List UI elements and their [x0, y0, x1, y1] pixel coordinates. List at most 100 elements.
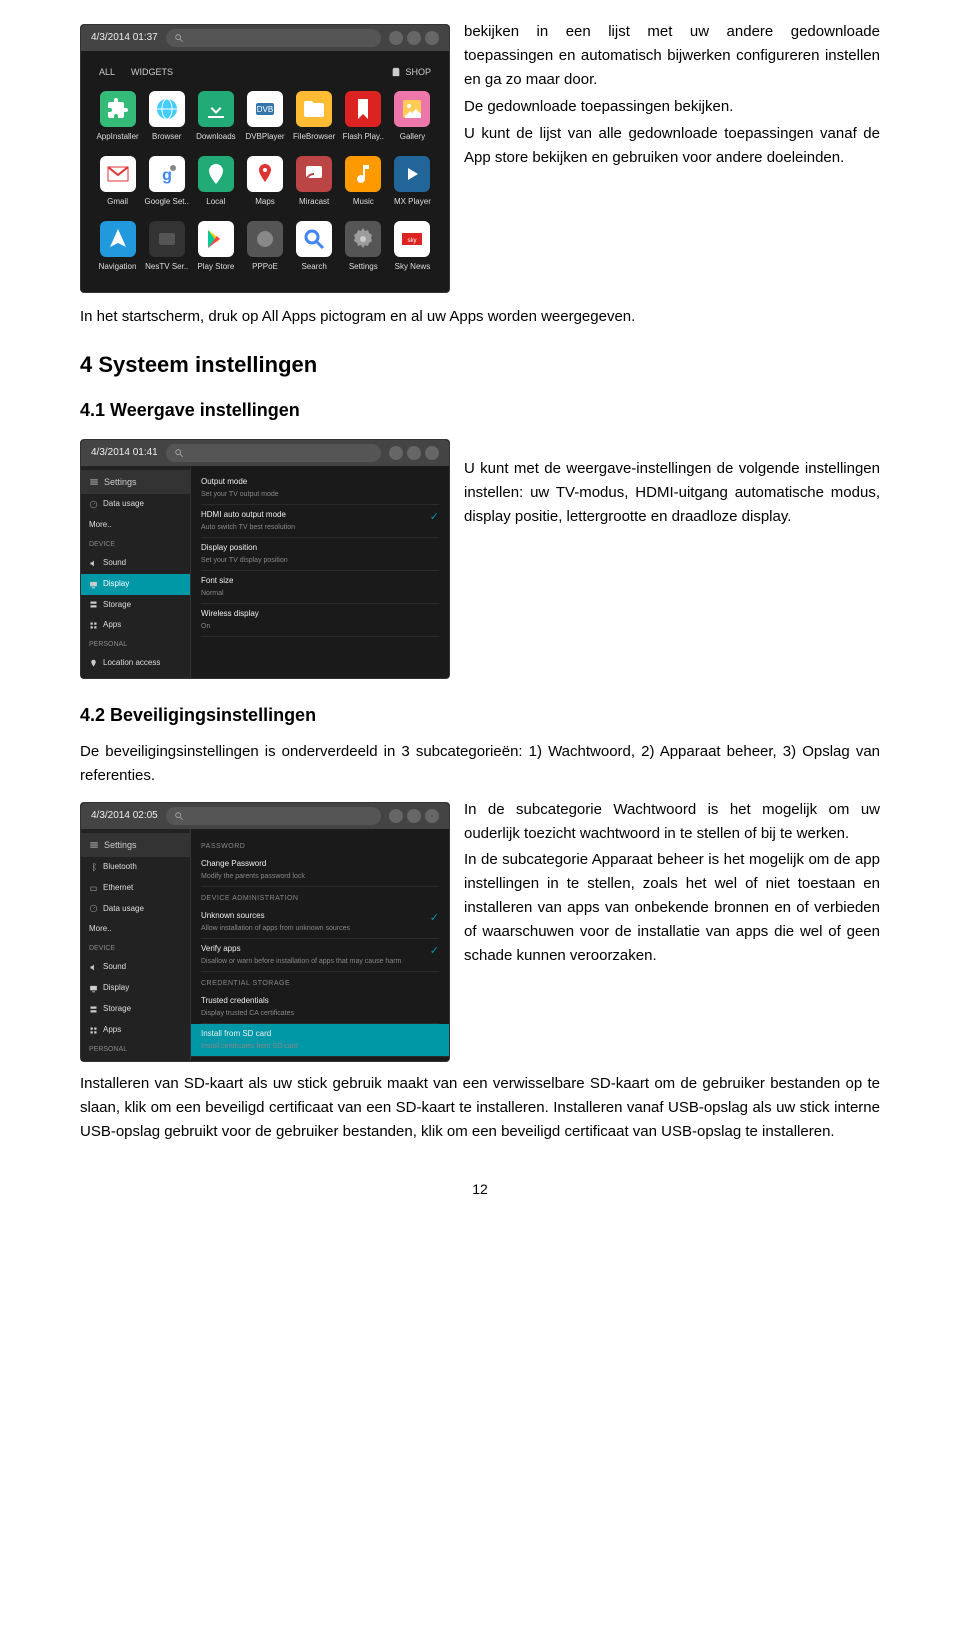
app-downloads[interactable]: Downloads — [193, 91, 238, 144]
security-settings-screenshot: 4/3/2014 02:05 SettingsBluetoothEthernet… — [80, 802, 450, 1062]
sidebar-item-bluetooth[interactable]: Bluetooth — [81, 857, 190, 878]
settings-content: Output modeSet your TV output modeHDMI a… — [191, 466, 449, 678]
sidebar-item-apps[interactable]: Apps — [81, 1020, 190, 1041]
app-label: MX Player — [390, 196, 435, 209]
sidebar-item-datausage[interactable]: Data usage — [81, 494, 190, 515]
setting-wirelessdisplay[interactable]: Wireless displayOn — [201, 604, 439, 637]
app-icon — [296, 156, 332, 192]
heading-system-settings: 4 Systeem instellingen — [80, 347, 880, 382]
app-nestvser[interactable]: NesTV Ser.. — [144, 221, 189, 274]
app-label: FileBrowser — [292, 131, 337, 144]
app-icon — [394, 156, 430, 192]
group-label: DEVICE ADMINISTRATION — [201, 887, 439, 906]
app-maps[interactable]: Maps — [242, 156, 287, 209]
settings-title: Settings — [81, 470, 190, 494]
sidebar-item-storage[interactable]: Storage — [81, 999, 190, 1020]
app-label: Settings — [341, 261, 386, 274]
app-filebrowser[interactable]: FileBrowser — [292, 91, 337, 144]
app-icon — [345, 156, 381, 192]
checkmark-icon: ✓ — [424, 943, 439, 961]
app-dvbplayer[interactable]: DVBDVBPlayer — [242, 91, 287, 144]
app-icon — [394, 91, 430, 127]
checkmark-icon: ✓ — [424, 910, 439, 928]
app-label: Gmail — [95, 196, 140, 209]
tab-all[interactable]: ALL — [99, 65, 115, 79]
setting-displayposition[interactable]: Display positionSet your TV display posi… — [201, 538, 439, 571]
setting-hdmiautooutputmode[interactable]: HDMI auto output modeAuto switch TV best… — [201, 505, 439, 538]
status-bar: 4/3/2014 02:05 — [81, 803, 449, 829]
app-navigation[interactable]: Navigation — [95, 221, 140, 274]
app-gallery[interactable]: Gallery — [390, 91, 435, 144]
shop-icon — [391, 67, 401, 77]
sidebar-item-display[interactable]: Display — [81, 978, 190, 999]
app-gmail[interactable]: Gmail — [95, 156, 140, 209]
sidebar-item-more[interactable]: More.. — [81, 919, 190, 940]
datetime: 4/3/2014 01:37 — [91, 30, 158, 46]
setting-outputmode[interactable]: Output modeSet your TV output mode — [201, 472, 439, 505]
apps-screenshot: 4/3/2014 01:37 ALL WIDGETS SHOP AppInsta… — [80, 24, 450, 293]
app-flashplay[interactable]: Flash Play.. — [341, 91, 386, 144]
search-box[interactable] — [166, 444, 381, 462]
sidebar-item-datausage[interactable]: Data usage — [81, 899, 190, 920]
paragraph: Installeren van SD-kaart als uw stick ge… — [80, 1072, 880, 1144]
app-pppoe[interactable]: PPPoE — [242, 221, 287, 274]
app-icon: g — [149, 156, 185, 192]
app-miracast[interactable]: Miracast — [292, 156, 337, 209]
sidebar-item-more[interactable]: More.. — [81, 515, 190, 536]
paragraph: In het startscherm, druk op All Apps pic… — [80, 305, 880, 329]
search-box[interactable] — [166, 807, 381, 825]
app-icon — [198, 221, 234, 257]
group-label: PASSWORD — [201, 835, 439, 854]
setting-installfromsdcard[interactable]: Install from SD cardInstall certificates… — [191, 1024, 449, 1057]
sidebar-item-security[interactable]: Security — [81, 674, 190, 678]
app-skynews[interactable]: skySky News — [390, 221, 435, 274]
sidebar-item-display[interactable]: Display — [81, 574, 190, 595]
page-number: 12 — [80, 1178, 880, 1200]
app-label: Maps — [242, 196, 287, 209]
setting-verifyapps[interactable]: Verify appsDisallow or warn before insta… — [201, 939, 439, 972]
app-local[interactable]: Local — [193, 156, 238, 209]
app-settings[interactable]: Settings — [341, 221, 386, 274]
app-label: Miracast — [292, 196, 337, 209]
app-label: Browser — [144, 131, 189, 144]
datetime: 4/3/2014 01:41 — [91, 445, 158, 461]
sidebar-item-ethernet[interactable]: Ethernet — [81, 878, 190, 899]
app-icon — [100, 91, 136, 127]
svg-text:DVB: DVB — [257, 105, 273, 114]
sidebar-item-locationaccess[interactable]: Location access — [81, 1058, 190, 1061]
app-label: NesTV Ser.. — [144, 261, 189, 274]
sidebar-item-locationaccess[interactable]: Location access — [81, 653, 190, 674]
app-playstore[interactable]: Play Store — [193, 221, 238, 274]
search-icon — [174, 448, 184, 458]
setting-unknownsources[interactable]: Unknown sourcesAllow installation of app… — [201, 906, 439, 939]
app-icon — [149, 91, 185, 127]
app-googleset[interactable]: gGoogle Set.. — [144, 156, 189, 209]
setting-trustedcredentials[interactable]: Trusted credentialsDisplay trusted CA ce… — [201, 991, 439, 1024]
app-icon — [247, 156, 283, 192]
sidebar-item-sound[interactable]: Sound — [81, 957, 190, 978]
display-settings-screenshot: 4/3/2014 01:41 SettingsData usageMore..D… — [80, 439, 450, 679]
app-label: Play Store — [193, 261, 238, 274]
app-mxplayer[interactable]: MX Player — [390, 156, 435, 209]
setting-fontsize[interactable]: Font sizeNormal — [201, 571, 439, 604]
app-browser[interactable]: Browser — [144, 91, 189, 144]
search-box[interactable] — [166, 29, 381, 47]
setting-clearcredentials[interactable]: Clear credentialsRemove all certificates — [201, 1057, 439, 1061]
settings-sidebar: SettingsData usageMore..DEVICESoundDispl… — [81, 466, 191, 678]
app-label: Downloads — [193, 131, 238, 144]
app-search[interactable]: Search — [292, 221, 337, 274]
sidebar-item-apps[interactable]: Apps — [81, 615, 190, 636]
tab-widgets[interactable]: WIDGETS — [131, 65, 173, 79]
shop-link[interactable]: SHOP — [391, 65, 431, 79]
app-music[interactable]: Music — [341, 156, 386, 209]
paragraph: bekijken in een lijst met uw andere gedo… — [464, 20, 880, 92]
sidebar-item-sound[interactable]: Sound — [81, 553, 190, 574]
app-appinstaller[interactable]: AppInstaller — [95, 91, 140, 144]
app-icon — [100, 156, 136, 192]
app-label: Gallery — [390, 131, 435, 144]
app-label: Music — [341, 196, 386, 209]
settings-title: Settings — [81, 833, 190, 857]
setting-changepassword[interactable]: Change PasswordModify the parents passwo… — [201, 854, 439, 887]
app-label: Flash Play.. — [341, 131, 386, 144]
sidebar-item-storage[interactable]: Storage — [81, 595, 190, 616]
